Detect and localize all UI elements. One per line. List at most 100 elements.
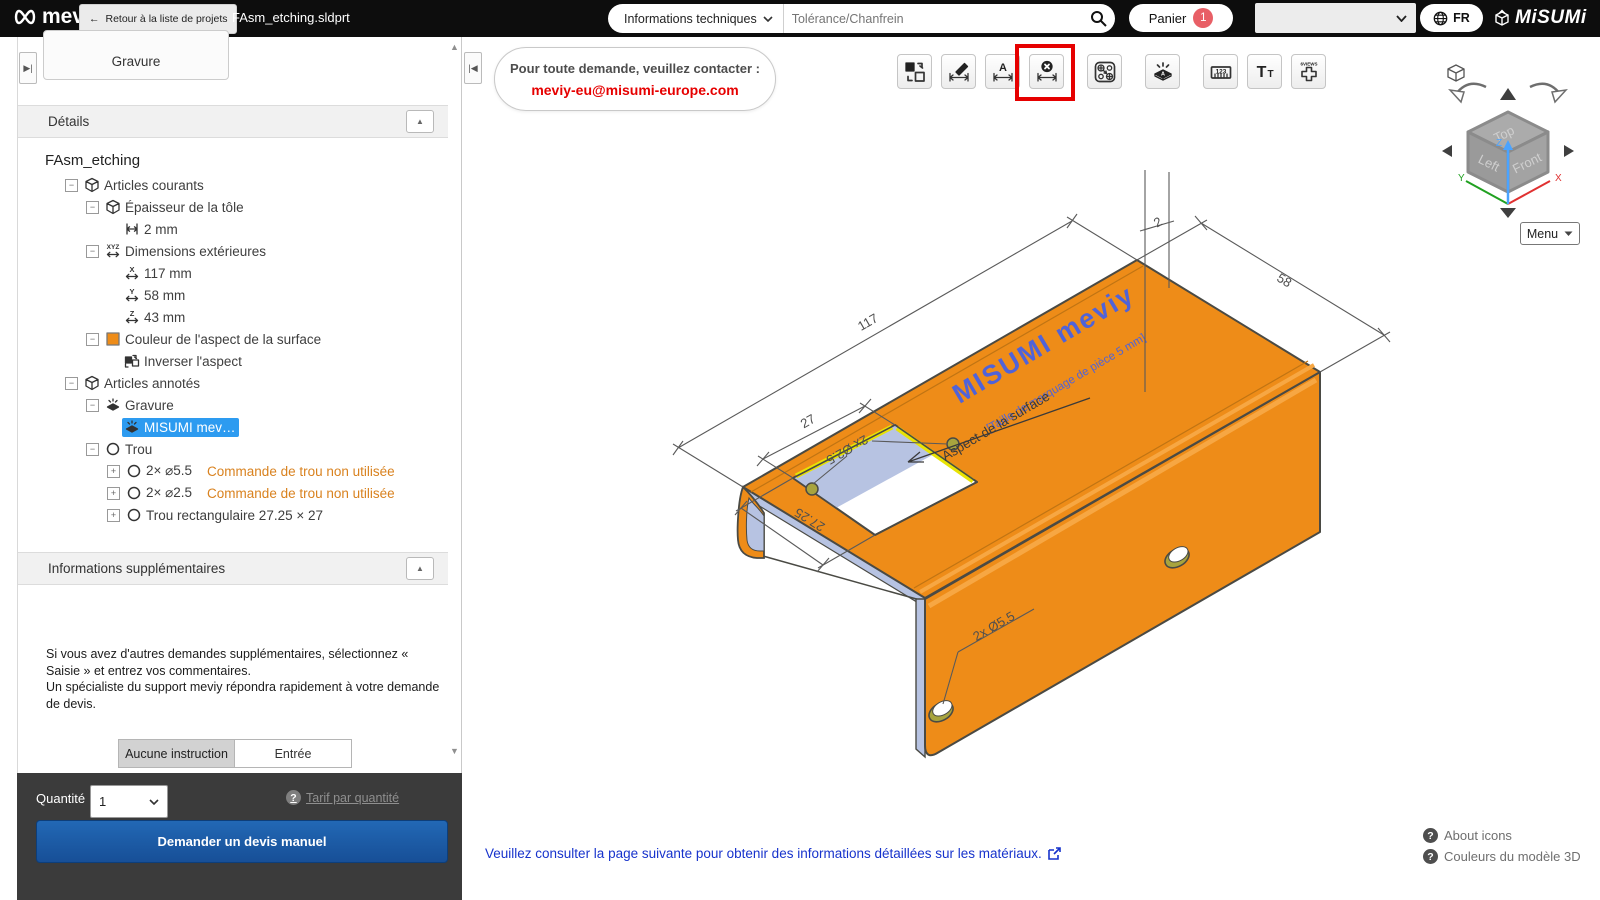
- dimz-icon: Z: [123, 309, 141, 326]
- tilt-up-arrow[interactable]: [1500, 88, 1516, 100]
- cart-count-badge: 1: [1193, 8, 1213, 28]
- tree-row: + Trou rectangulaire 27.25 × 27: [18, 504, 442, 526]
- quantity-select[interactable]: 1: [90, 785, 168, 818]
- delete-dimension-button[interactable]: [1029, 54, 1064, 89]
- tree-expand-toggle[interactable]: +: [107, 465, 120, 478]
- etching-button[interactable]: A: [1145, 54, 1180, 89]
- additional-info-collapse-button[interactable]: ▲: [406, 557, 434, 580]
- xyz-icon: XYZ: [104, 243, 122, 260]
- tree-item-note: Commande de trou non utilisée: [207, 486, 395, 501]
- viewport-3d[interactable]: MISUMI meviy [Taille de marquage de pièc…: [462, 37, 1600, 900]
- contact-email-link[interactable]: meviy-eu@misumi-europe.com: [495, 82, 775, 98]
- tilt-down-arrow[interactable]: [1500, 208, 1516, 218]
- tree-row: Y58 mm: [18, 284, 442, 306]
- materials-info-link[interactable]: Veuillez consulter la page suivante pour…: [485, 846, 1061, 861]
- tree-item[interactable]: 2× ⌀5.5: [124, 462, 195, 481]
- measure-123-button[interactable]: 123: [1203, 54, 1238, 89]
- request-manual-quote-button[interactable]: Demander un devis manuel: [36, 820, 448, 863]
- tree-item[interactable]: Gravure: [103, 396, 177, 415]
- six-views-button[interactable]: 6VIEWS: [1291, 54, 1326, 89]
- rotate-right-step-arrow[interactable]: [1564, 145, 1574, 157]
- app-window: meviy ← Retour à la liste de projets FAs…: [0, 0, 1600, 900]
- search-input[interactable]: [784, 12, 1081, 26]
- globe-icon: [1433, 11, 1448, 26]
- rotate-right-icon[interactable]: [1530, 84, 1566, 102]
- tree-item[interactable]: Trou: [103, 440, 155, 459]
- tree-collapse-toggle[interactable]: −: [86, 399, 99, 412]
- search-bar: Informations techniques: [608, 4, 1115, 33]
- rotate-left-icon[interactable]: [1450, 84, 1486, 102]
- tree-item[interactable]: Y58 mm: [122, 286, 188, 305]
- tree-row: −XYZDimensions extérieures: [18, 240, 442, 262]
- file-title: FAsm_etching.sldprt: [232, 10, 350, 25]
- tree-expand-toggle[interactable]: +: [107, 509, 120, 522]
- tree-item[interactable]: X117 mm: [122, 264, 195, 283]
- tree-expand-toggle[interactable]: +: [107, 487, 120, 500]
- search-button[interactable]: [1081, 10, 1115, 27]
- scroll-up-arrow[interactable]: ▲: [448, 42, 461, 52]
- search-category-select[interactable]: Informations techniques: [608, 12, 783, 26]
- tree-item-label: 2 mm: [144, 222, 178, 237]
- tree-item[interactable]: 2 mm: [122, 220, 181, 239]
- swap-aspect-button[interactable]: [897, 54, 932, 89]
- help-link[interactable]: ?About icons: [1423, 825, 1581, 846]
- sidebar-collapse-button[interactable]: ▶|: [19, 52, 37, 84]
- language-button[interactable]: FR: [1420, 4, 1483, 32]
- tree-item[interactable]: XYZDimensions extérieures: [103, 242, 269, 261]
- tree-item-label: FAsm_etching: [45, 152, 140, 169]
- rotate-left-step-arrow[interactable]: [1442, 145, 1452, 157]
- price-by-quantity-link[interactable]: ? Tarif par quantité: [286, 790, 399, 805]
- tree-collapse-toggle[interactable]: −: [86, 443, 99, 456]
- tree-item[interactable]: 2× ⌀2.5: [124, 484, 195, 503]
- tree-item[interactable]: MISUMI mev…: [122, 418, 239, 437]
- tree-item[interactable]: Z43 mm: [122, 308, 188, 327]
- question-icon: ?: [1423, 849, 1438, 864]
- tree-item[interactable]: Articles courants: [82, 176, 207, 195]
- panel-collapse-button[interactable]: |◀: [464, 52, 482, 84]
- tree-collapse-toggle[interactable]: −: [65, 377, 78, 390]
- hole-group-button[interactable]: [1087, 54, 1122, 89]
- tree-item[interactable]: FAsm_etching: [44, 151, 143, 170]
- toggle-selected[interactable]: Aucune instruction: [118, 739, 235, 768]
- meviy-logo-icon: [12, 7, 38, 27]
- svg-text:Y: Y: [129, 287, 134, 296]
- tree-item-label: Trou: [125, 442, 152, 457]
- tree-item[interactable]: Inverser l'aspect: [122, 352, 245, 371]
- cube-home-icon[interactable]: [1448, 65, 1464, 81]
- view-menu-button[interactable]: Menu: [1520, 222, 1580, 245]
- dimy-icon: Y: [123, 287, 141, 304]
- swatch-icon: [104, 331, 122, 348]
- tree-item[interactable]: Épaisseur de la tôle: [103, 198, 247, 217]
- additional-info-title: Informations supplémentaires: [48, 561, 225, 576]
- tree-row: FAsm_etching: [18, 147, 442, 174]
- top-bar: meviy ← Retour à la liste de projets FAs…: [0, 0, 1600, 37]
- tree-collapse-toggle[interactable]: −: [86, 245, 99, 258]
- feature-tree: FAsm_etching−Articles courants−Épaisseur…: [18, 147, 442, 526]
- cube-icon: [104, 199, 122, 216]
- text-size-button[interactable]: TT: [1247, 54, 1282, 89]
- misumi-text: MiSUMi: [1515, 7, 1587, 29]
- view-cube-widget[interactable]: Top Left Front Y X Z: [1398, 50, 1588, 250]
- tree-item-label: 2× ⌀2.5: [146, 485, 192, 501]
- help-links: ?About icons?Couleurs du modèle 3D: [1423, 825, 1581, 867]
- tree-item[interactable]: Articles annotés: [82, 374, 203, 393]
- toggle-option[interactable]: Entrée: [235, 739, 352, 768]
- tree-row: +2× ⌀5.5Commande de trou non utilisée: [18, 460, 442, 482]
- tab-gravure[interactable]: Gravure: [43, 30, 229, 80]
- svg-text:A: A: [999, 62, 1007, 74]
- hole-icon: [104, 441, 122, 458]
- details-collapse-button[interactable]: ▲: [406, 110, 434, 133]
- account-dropdown[interactable]: [1255, 3, 1416, 33]
- help-link[interactable]: ?Couleurs du modèle 3D: [1423, 846, 1581, 867]
- search-icon: [1090, 10, 1107, 27]
- etch-icon: [104, 397, 122, 414]
- scroll-down-arrow[interactable]: ▼: [448, 746, 461, 756]
- tree-collapse-toggle[interactable]: −: [65, 179, 78, 192]
- tree-item[interactable]: Couleur de l'aspect de la surface: [103, 330, 324, 349]
- svg-text:X: X: [129, 265, 134, 274]
- cart-button[interactable]: Panier 1: [1129, 4, 1233, 32]
- tree-collapse-toggle[interactable]: −: [86, 333, 99, 346]
- edit-dimension-button[interactable]: [941, 54, 976, 89]
- tree-collapse-toggle[interactable]: −: [86, 201, 99, 214]
- tree-item[interactable]: Trou rectangulaire 27.25 × 27: [124, 506, 326, 525]
